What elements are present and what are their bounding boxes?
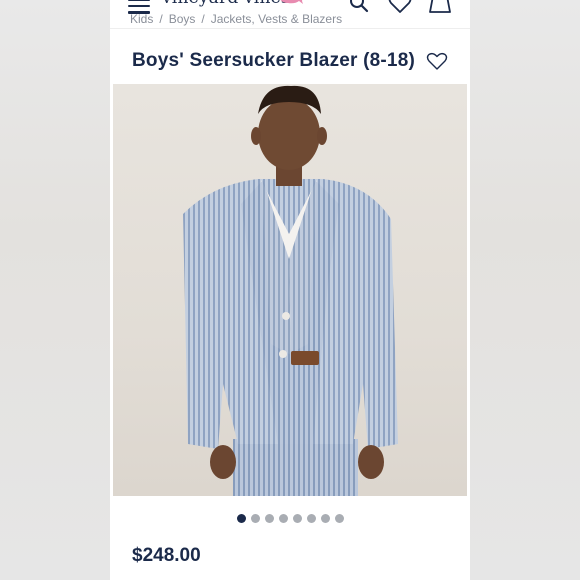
breadcrumb-separator: / bbox=[159, 12, 163, 26]
breadcrumb-category[interactable]: Jackets, Vests & Blazers bbox=[211, 12, 342, 26]
search-icon[interactable] bbox=[348, 0, 372, 14]
menu-icon[interactable] bbox=[128, 0, 150, 14]
carousel-dot[interactable] bbox=[334, 514, 344, 523]
product-title-row: Boys' Seersucker Blazer (8-18) bbox=[110, 44, 470, 80]
favorite-heart-icon[interactable] bbox=[426, 52, 448, 72]
site-header: vineyard vines Kids / Boys / Jackets, Vests … bbox=[110, 0, 470, 29]
carousel-dot[interactable] bbox=[236, 514, 246, 523]
carousel-dot[interactable] bbox=[292, 514, 302, 523]
site-logo[interactable]: vineyard vines bbox=[162, 0, 290, 8]
breadcrumb-separator: / bbox=[201, 12, 205, 26]
carousel-dot[interactable] bbox=[250, 514, 260, 523]
product-photo-illustration bbox=[183, 85, 398, 496]
whale-logo-icon bbox=[280, 0, 303, 4]
carousel-dot[interactable] bbox=[264, 514, 274, 523]
product-title: Boys' Seersucker Blazer (8-18) bbox=[132, 50, 415, 71]
image-carousel-dots bbox=[110, 510, 470, 523]
product-page: vineyard vines Kids / Boys / Jackets, Vests … bbox=[110, 0, 470, 580]
background-blur-right bbox=[470, 0, 580, 580]
breadcrumb: Kids / Boys / Jackets, Vests & Blazers bbox=[130, 12, 342, 26]
breadcrumb-kids[interactable]: Kids bbox=[130, 12, 153, 26]
breadcrumb-boys[interactable]: Boys bbox=[169, 12, 196, 26]
product-image[interactable] bbox=[113, 84, 467, 496]
shopping-bag-icon[interactable] bbox=[428, 0, 452, 14]
background-blur-left bbox=[0, 0, 110, 580]
carousel-dot[interactable] bbox=[306, 514, 316, 523]
product-price: $248.00 bbox=[132, 545, 201, 566]
heart-icon[interactable] bbox=[388, 0, 412, 14]
carousel-dot[interactable] bbox=[278, 514, 288, 523]
carousel-dot[interactable] bbox=[320, 514, 330, 523]
